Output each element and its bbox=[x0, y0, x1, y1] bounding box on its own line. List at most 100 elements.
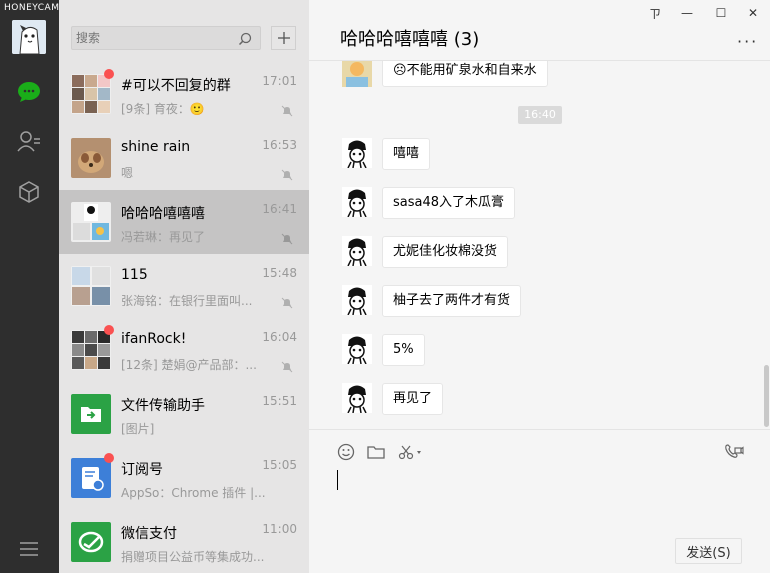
mute-icon bbox=[281, 230, 293, 249]
message-bubble: 柚子去了两件才有货 bbox=[382, 285, 522, 317]
screenshot-icon[interactable] bbox=[397, 442, 425, 462]
chat-icon[interactable] bbox=[14, 77, 44, 107]
chat-title: 哈哈哈嘻嘻嘻 (3) bbox=[340, 29, 480, 50]
session-list: #可以不回复的群 17:01 [9条] 育夜：🙂 shine rain 16:5… bbox=[59, 0, 309, 573]
sender-avatar bbox=[342, 138, 372, 169]
session-item[interactable]: shine rain 16:53 嗯 bbox=[59, 126, 309, 190]
contacts-icon[interactable] bbox=[14, 126, 44, 156]
sender-avatar bbox=[342, 383, 372, 414]
nav-rail: HONEYCAM bbox=[0, 0, 59, 573]
message-scrollbar[interactable] bbox=[764, 365, 769, 427]
sender-avatar bbox=[342, 285, 372, 316]
session-item[interactable]: ifanRock! 16:04 [12条] 楚娟@产品部：... bbox=[59, 318, 309, 382]
watermark: HONEYCAM bbox=[4, 3, 60, 13]
search-input[interactable] bbox=[72, 27, 232, 49]
sender-avatar bbox=[342, 61, 372, 87]
session-snippet: [12条] 楚娟@产品部：... bbox=[121, 358, 257, 372]
search-icon[interactable] bbox=[238, 31, 252, 50]
sender-avatar bbox=[342, 187, 372, 218]
time-divider: 16:40 bbox=[518, 106, 562, 124]
message-bubble: 5% bbox=[382, 334, 425, 366]
mute-icon bbox=[281, 358, 293, 377]
message-text: 嘻嘻 bbox=[393, 146, 420, 161]
session-snippet: 捐赠项目公益币等集成功... bbox=[121, 550, 265, 564]
message-text: sasa48入了木瓜膏 bbox=[393, 195, 505, 210]
message-bubble: 尤妮佳化妆棉没货 bbox=[382, 236, 509, 268]
session-name: 115 bbox=[121, 267, 148, 283]
session-snippet: AppSo：Chrome 插件 |... bbox=[121, 486, 266, 500]
message-bubble: 再见了 bbox=[382, 383, 444, 415]
group-avatar bbox=[71, 74, 111, 114]
sender-avatar bbox=[342, 236, 372, 267]
session-snippet: 张海铭：在银行里面叫... bbox=[121, 294, 253, 308]
session-time: 16:04 bbox=[262, 330, 297, 344]
session-item[interactable]: 115 15:48 张海铭：在银行里面叫... bbox=[59, 254, 309, 318]
plus-icon bbox=[277, 32, 290, 44]
my-avatar[interactable] bbox=[12, 20, 46, 54]
session-name: ifanRock! bbox=[121, 331, 187, 347]
message-text: 再见了 bbox=[393, 391, 433, 406]
pin-button[interactable]: ㄗ bbox=[645, 4, 665, 22]
unread-badge bbox=[104, 69, 114, 79]
session-item-active[interactable]: 哈哈哈嘻嘻嘻 16:41 冯若琳：再见了 bbox=[59, 190, 309, 254]
unread-badge bbox=[104, 453, 114, 463]
video-call-icon[interactable] bbox=[723, 442, 745, 462]
search-box[interactable] bbox=[71, 26, 261, 50]
minimize-button[interactable]: — bbox=[677, 4, 697, 22]
message-text: 不能用矿泉水和自来水 bbox=[406, 63, 537, 78]
input-divider bbox=[309, 429, 770, 430]
group-avatar bbox=[71, 330, 111, 370]
send-button[interactable]: 发送(S) bbox=[675, 538, 742, 564]
mute-icon bbox=[281, 294, 293, 313]
text-input-caret[interactable] bbox=[337, 470, 338, 490]
message-text: 尤妮佳化妆棉没货 bbox=[393, 244, 498, 259]
emoji-icon: ☹ bbox=[393, 63, 407, 78]
mute-icon bbox=[281, 166, 293, 185]
session-time: 15:05 bbox=[262, 458, 297, 472]
group-avatar bbox=[71, 202, 111, 242]
session-time: 16:53 bbox=[262, 138, 297, 152]
emoji-icon[interactable] bbox=[335, 442, 357, 462]
group-avatar bbox=[71, 266, 111, 306]
more-options-button[interactable]: ··· bbox=[737, 32, 758, 51]
session-time: 17:01 bbox=[262, 74, 297, 88]
message-bubble: ☹不能用矿泉水和自来水 bbox=[382, 61, 548, 87]
session-item[interactable]: #可以不回复的群 17:01 [9条] 育夜：🙂 bbox=[59, 62, 309, 126]
session-snippet: [图片] bbox=[121, 422, 155, 436]
session-name: 文件传输助手 bbox=[121, 398, 205, 414]
session-time: 16:41 bbox=[262, 202, 297, 216]
message-bubble: 嘻嘻 bbox=[382, 138, 431, 170]
close-button[interactable]: ✕ bbox=[743, 4, 763, 22]
mute-icon bbox=[281, 102, 293, 121]
session-item[interactable]: 微信支付 11:00 捐赠项目公益币等集成功... bbox=[59, 510, 309, 573]
session-item[interactable]: 文件传输助手 15:51 [图片] bbox=[59, 382, 309, 446]
favorites-icon[interactable] bbox=[14, 177, 44, 207]
session-snippet: [9条] 育夜：🙂 bbox=[121, 102, 205, 116]
menu-icon[interactable] bbox=[14, 534, 44, 564]
chat-panel: ㄗ — ☐ ✕ 哈哈哈嘻嘻嘻 (3) ··· ☹不能用矿泉水和自来水 16:40… bbox=[309, 0, 770, 573]
sender-avatar bbox=[342, 334, 372, 365]
folder-icon[interactable] bbox=[365, 442, 387, 462]
add-chat-button[interactable] bbox=[271, 26, 296, 50]
session-name: shine rain bbox=[121, 139, 191, 155]
file-transfer-avatar bbox=[71, 394, 111, 434]
contact-avatar bbox=[71, 138, 111, 178]
maximize-button[interactable]: ☐ bbox=[711, 4, 731, 22]
wechat-pay-avatar bbox=[71, 522, 111, 562]
message-text: 柚子去了两件才有货 bbox=[393, 293, 511, 308]
unread-badge bbox=[104, 325, 114, 335]
session-time: 11:00 bbox=[262, 522, 297, 536]
session-snippet: 冯若琳：再见了 bbox=[121, 230, 206, 244]
session-name: #可以不回复的群 bbox=[121, 78, 231, 94]
message-text: 5% bbox=[393, 342, 414, 357]
session-time: 15:48 bbox=[262, 266, 297, 280]
session-snippet: 嗯 bbox=[121, 166, 134, 180]
message-bubble: sasa48入了木瓜膏 bbox=[382, 187, 516, 219]
session-name: 微信支付 bbox=[121, 526, 177, 542]
session-name: 订阅号 bbox=[121, 462, 163, 478]
session-name: 哈哈哈嘻嘻嘻 bbox=[121, 206, 205, 222]
message-area: ☹不能用矿泉水和自来水 16:40 嘻嘻 sasa48入了木瓜膏 尤妮佳化妆棉没… bbox=[309, 61, 770, 429]
subscription-avatar bbox=[71, 458, 111, 498]
session-item[interactable]: 订阅号 15:05 AppSo：Chrome 插件 |... bbox=[59, 446, 309, 510]
session-time: 15:51 bbox=[262, 394, 297, 408]
